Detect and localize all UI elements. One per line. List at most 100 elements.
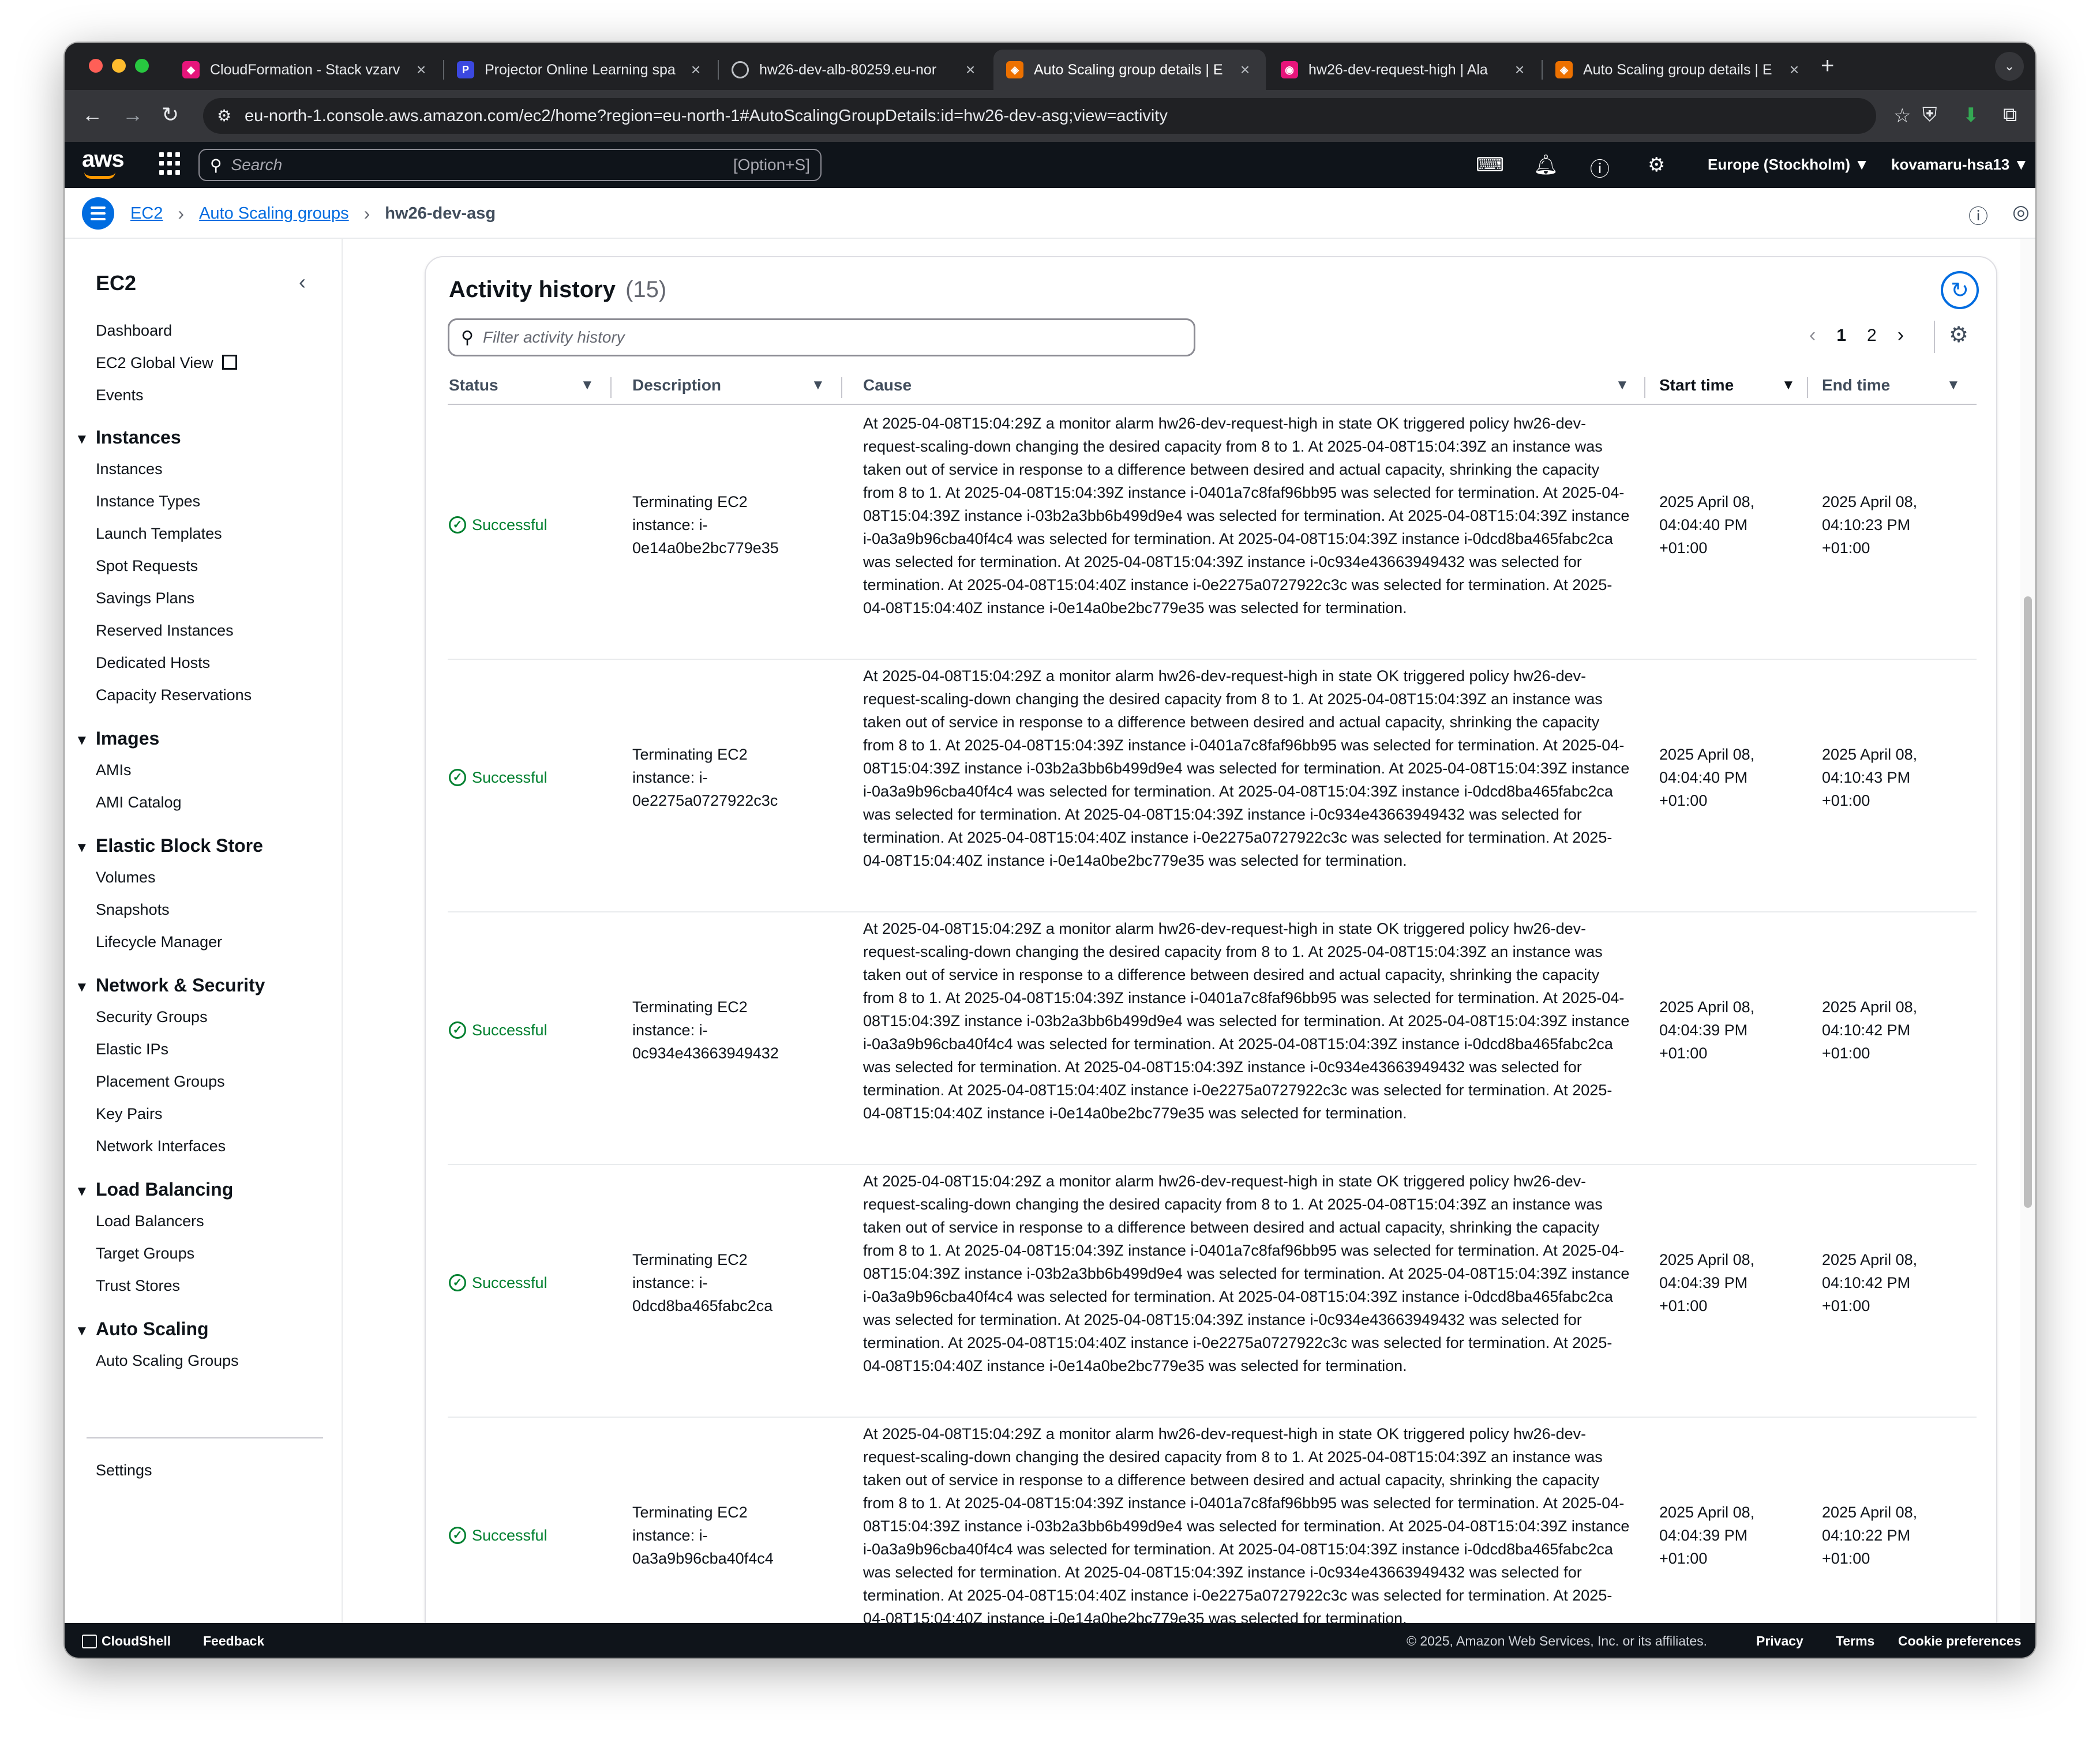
sidebar-section-load-balancing[interactable]: ▼ Load Balancing [75, 1179, 233, 1200]
sidebar-item-ec2-global-view[interactable]: EC2 Global View [96, 354, 238, 372]
cloudshell-button[interactable]: CloudShell [82, 1633, 171, 1649]
table-row[interactable]: ✓ Successful Terminating EC2 instance: i-… [448, 1165, 1977, 1418]
region-selector[interactable]: Europe (Stockholm) ▼ [1708, 156, 1869, 174]
sidebar-item-dashboard[interactable]: Dashboard [96, 322, 172, 340]
sidebar-item-target-groups[interactable]: Target Groups [96, 1245, 194, 1263]
sidebar-item-volumes[interactable]: Volumes [96, 869, 156, 886]
reload-icon[interactable]: ↻ [162, 103, 179, 127]
cookie-preferences-link[interactable]: Cookie preferences [1898, 1633, 2021, 1649]
column-description[interactable]: Description [632, 376, 721, 395]
close-window-button[interactable] [89, 59, 103, 73]
next-page-icon[interactable]: › [1897, 324, 1904, 347]
sidebar-item-instance-types[interactable]: Instance Types [96, 493, 200, 510]
sort-caret-icon[interactable]: ▼ [1947, 377, 1960, 393]
sidebar-item-dedicated-hosts[interactable]: Dedicated Hosts [96, 654, 210, 672]
sidebar-section-network-security[interactable]: ▼ Network & Security [75, 975, 265, 996]
browser-tab[interactable]: P Projector Online Learning spa × [444, 50, 717, 90]
services-grid-icon[interactable] [159, 152, 182, 175]
table-row[interactable]: ✓ Successful Terminating EC2 instance: i-… [448, 660, 1977, 912]
sort-caret-icon[interactable]: ▼ [1615, 377, 1629, 393]
browser-tab[interactable]: ◉ hw26-dev-request-high | Ala × [1268, 50, 1540, 90]
tab-search-icon[interactable]: ⌄ [1995, 52, 2024, 81]
sidebar-item-security-groups[interactable]: Security Groups [96, 1008, 208, 1026]
privacy-link[interactable]: Privacy [1756, 1633, 1803, 1649]
sidebar-item-settings[interactable]: Settings [96, 1462, 152, 1479]
column-start-time[interactable]: Start time [1659, 376, 1734, 395]
bookmark-star-icon[interactable]: ☆ [1893, 98, 1911, 134]
sidebar-item-spot-requests[interactable]: Spot Requests [96, 557, 198, 575]
table-row[interactable]: ✓ Successful Terminating EC2 instance: i-… [448, 1418, 1977, 1658]
close-tab-icon[interactable]: × [1237, 61, 1253, 79]
close-tab-icon[interactable]: × [413, 61, 429, 79]
sidebar-section-instances[interactable]: ▼ Instances [75, 427, 181, 448]
sidebar-item-auto-scaling-groups[interactable]: Auto Scaling Groups [96, 1352, 239, 1370]
browser-tab[interactable]: hw26-dev-alb-80259.eu-nor × [719, 50, 991, 90]
address-bar[interactable]: ⚙ eu-north-1.console.aws.amazon.com/ec2/… [203, 98, 1911, 134]
column-divider[interactable] [1807, 377, 1808, 398]
column-cause[interactable]: Cause [863, 376, 912, 395]
notifications-bell-icon[interactable]: 🔔︎ [1533, 153, 1558, 176]
collapse-sidebar-icon[interactable]: ‹ [299, 270, 306, 294]
sidebar-item-snapshots[interactable]: Snapshots [96, 901, 170, 919]
sidebar-section-elastic-block-store[interactable]: ▼ Elastic Block Store [75, 835, 263, 857]
terms-link[interactable]: Terms [1836, 1633, 1874, 1649]
scrollbar-thumb[interactable] [2024, 596, 2032, 1208]
table-preferences-gear-icon[interactable]: ⚙ [1949, 322, 1968, 348]
sidebar-item-ami-catalog[interactable]: AMI Catalog [96, 794, 182, 812]
breadcrumb-auto-scaling-groups[interactable]: Auto Scaling groups [199, 204, 349, 223]
back-icon[interactable]: ← [82, 103, 103, 127]
sidebar-item-key-pairs[interactable]: Key Pairs [96, 1105, 163, 1123]
settings-gear-icon[interactable]: ⚙ [1648, 153, 1665, 176]
sort-caret-icon[interactable]: ▼ [811, 377, 825, 393]
minimize-window-button[interactable] [112, 59, 126, 73]
close-tab-icon[interactable]: × [688, 61, 704, 79]
sidebar-item-lifecycle-manager[interactable]: Lifecycle Manager [96, 933, 222, 951]
sidebar-item-placement-groups[interactable]: Placement Groups [96, 1073, 225, 1091]
sidebar-item-network-interfaces[interactable]: Network Interfaces [96, 1137, 226, 1155]
refresh-icon[interactable]: ↻ [1941, 271, 1979, 309]
feedback-link[interactable]: Feedback [203, 1633, 264, 1649]
aws-logo[interactable]: aws [82, 146, 125, 172]
cloudshell-icon[interactable]: ⌨ [1476, 153, 1504, 176]
aws-search-input[interactable]: ⚲ Search [Option+S] [198, 149, 822, 181]
help-icon[interactable]: ⓘ [1590, 153, 1610, 182]
sidebar-item-savings-plans[interactable]: Savings Plans [96, 589, 194, 607]
filter-activity-input[interactable] [482, 328, 1146, 347]
sidebar-item-trust-stores[interactable]: Trust Stores [96, 1277, 180, 1295]
new-tab-icon[interactable]: + [1821, 53, 1834, 79]
sidebar-item-reserved-instances[interactable]: Reserved Instances [96, 622, 234, 640]
unified-settings-icon[interactable]: ◎ [2012, 201, 2030, 224]
sidebar-section-images[interactable]: ▼ Images [75, 728, 159, 749]
column-status[interactable]: Status [449, 376, 498, 395]
table-row[interactable]: ✓ Successful Terminating EC2 instance: i-… [448, 407, 1977, 660]
browser-tab-active[interactable]: ◈ Auto Scaling group details | E × [993, 50, 1266, 90]
breadcrumb-ec2[interactable]: EC2 [130, 204, 163, 223]
page-2[interactable]: 2 [1867, 326, 1877, 345]
account-menu[interactable]: kovamaru-hsa13 ▼ [1891, 156, 2028, 174]
column-end-time[interactable]: End time [1822, 376, 1890, 395]
close-tab-icon[interactable]: × [1786, 61, 1802, 79]
sidebar-item-capacity-reservations[interactable]: Capacity Reservations [96, 686, 252, 704]
page-1[interactable]: 1 [1836, 326, 1846, 345]
site-settings-icon[interactable]: ⚙ [217, 106, 231, 125]
browser-tab[interactable]: ◆ CloudFormation - Stack vzarv × [170, 50, 442, 90]
extensions-puzzle-icon[interactable]: ⧉ [2003, 104, 2017, 126]
sidebar-item-events[interactable]: Events [96, 386, 144, 404]
side-nav-toggle-icon[interactable] [82, 197, 114, 230]
sidebar-item-elastic-ips[interactable]: Elastic IPs [96, 1040, 168, 1058]
close-tab-icon[interactable]: × [1512, 61, 1528, 79]
sidebar-item-amis[interactable]: AMIs [96, 761, 132, 779]
maximize-window-button[interactable] [135, 59, 149, 73]
sidebar-section-auto-scaling[interactable]: ▼ Auto Scaling [75, 1318, 209, 1340]
previous-page-icon[interactable]: ‹ [1809, 324, 1816, 347]
shield-extension-icon[interactable]: ⛨ [1922, 104, 1937, 126]
close-tab-icon[interactable]: × [962, 61, 978, 79]
column-divider[interactable] [841, 377, 842, 398]
forward-icon[interactable]: → [122, 103, 143, 127]
download-extension-icon[interactable]: ⬇ [1963, 104, 1979, 127]
page-scrollbar[interactable] [2020, 239, 2035, 1623]
sidebar-item-instances[interactable]: Instances [96, 460, 163, 478]
info-icon[interactable]: ⓘ [1968, 201, 1988, 229]
sort-caret-icon[interactable]: ▼ [580, 377, 594, 393]
column-divider[interactable] [1644, 377, 1645, 398]
